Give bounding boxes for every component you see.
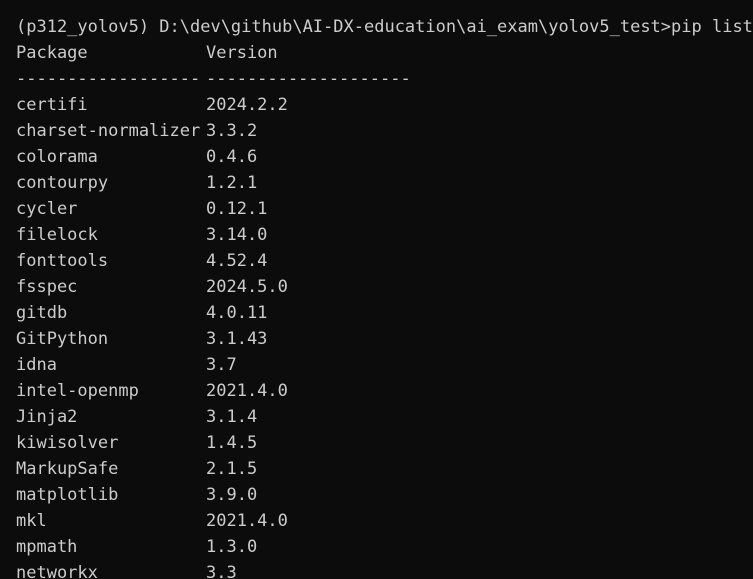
package-name: fonttools (16, 251, 109, 271)
package-name: cycler (16, 199, 78, 219)
table-row: cycler 0.12.1 (16, 196, 753, 222)
header-package: Package (16, 43, 88, 63)
package-name: MarkupSafe (16, 459, 119, 479)
package-version: 3.1.43 (206, 329, 268, 349)
table-row: filelock 3.14.0 (16, 222, 753, 248)
package-version: 3.7 (206, 355, 237, 375)
package-version: 2021.4.0 (206, 381, 288, 401)
table-row: MarkupSafe 2.1.5 (16, 456, 753, 482)
command-prompt-text: (p312_yolov5) D:\dev\github\AI-DX-educat… (16, 17, 753, 37)
table-row: idna 3.7 (16, 352, 753, 378)
table-header-row: Package Version (16, 40, 753, 66)
package-name: gitdb (16, 303, 68, 323)
package-name: contourpy (16, 173, 109, 193)
package-name: mkl (16, 511, 47, 531)
package-version: 0.12.1 (206, 199, 268, 219)
package-name: Jinja2 (16, 407, 78, 427)
command-prompt-line: (p312_yolov5) D:\dev\github\AI-DX-educat… (16, 14, 753, 40)
table-row: certifi 2024.2.2 (16, 92, 753, 118)
header-version: Version (206, 43, 278, 63)
package-version: 4.0.11 (206, 303, 268, 323)
package-version: 1.3.0 (206, 537, 258, 557)
package-version: 3.3 (206, 563, 237, 579)
table-row: kiwisolver 1.4.5 (16, 430, 753, 456)
package-name: mpmath (16, 537, 78, 557)
table-row: fsspec 2024.5.0 (16, 274, 753, 300)
table-row: gitdb 4.0.11 (16, 300, 753, 326)
package-version: 2.1.5 (206, 459, 258, 479)
package-name: matplotlib (16, 485, 119, 505)
table-row: Jinja2 3.1.4 (16, 404, 753, 430)
terminal-window[interactable]: (p312_yolov5) D:\dev\github\AI-DX-educat… (0, 0, 753, 579)
package-version: 2024.2.2 (206, 95, 288, 115)
table-row: colorama 0.4.6 (16, 144, 753, 170)
package-name: fsspec (16, 277, 78, 297)
package-version: 1.4.5 (206, 433, 258, 453)
package-version: 2024.5.0 (206, 277, 288, 297)
package-version: 0.4.6 (206, 147, 258, 167)
package-name: idna (16, 355, 57, 375)
package-version: 3.9.0 (206, 485, 258, 505)
table-row: mkl 2021.4.0 (16, 508, 753, 534)
table-row: GitPython 3.1.43 (16, 326, 753, 352)
package-list: certifi 2024.2.2 charset-normalizer 3.3.2 co… (16, 92, 753, 579)
package-name: networkx (16, 563, 98, 579)
package-name: intel-openmp (16, 381, 139, 401)
table-row: matplotlib 3.9.0 (16, 482, 753, 508)
package-name: charset-normalizer (16, 121, 201, 141)
package-name: GitPython (16, 329, 109, 349)
separator-version: -------------------- (206, 69, 411, 89)
table-row: mpmath 1.3.0 (16, 534, 753, 560)
table-row: contourpy 1.2.1 (16, 170, 753, 196)
package-name: kiwisolver (16, 433, 119, 453)
package-version: 2021.4.0 (206, 511, 288, 531)
package-name: certifi (16, 95, 88, 115)
table-separator-row: ------------------ -------------------- (16, 66, 753, 92)
table-row: charset-normalizer 3.3.2 (16, 118, 753, 144)
package-version: 1.2.1 (206, 173, 258, 193)
package-name: filelock (16, 225, 98, 245)
package-name: colorama (16, 147, 98, 167)
separator-package: ------------------ (16, 69, 201, 89)
package-version: 3.1.4 (206, 407, 258, 427)
table-row: intel-openmp 2021.4.0 (16, 378, 753, 404)
package-version: 4.52.4 (206, 251, 268, 271)
terminal-output: (p312_yolov5) D:\dev\github\AI-DX-educat… (16, 14, 753, 579)
package-version: 3.3.2 (206, 121, 258, 141)
table-row: fonttools 4.52.4 (16, 248, 753, 274)
table-row: networkx 3.3 (16, 560, 753, 579)
package-version: 3.14.0 (206, 225, 268, 245)
